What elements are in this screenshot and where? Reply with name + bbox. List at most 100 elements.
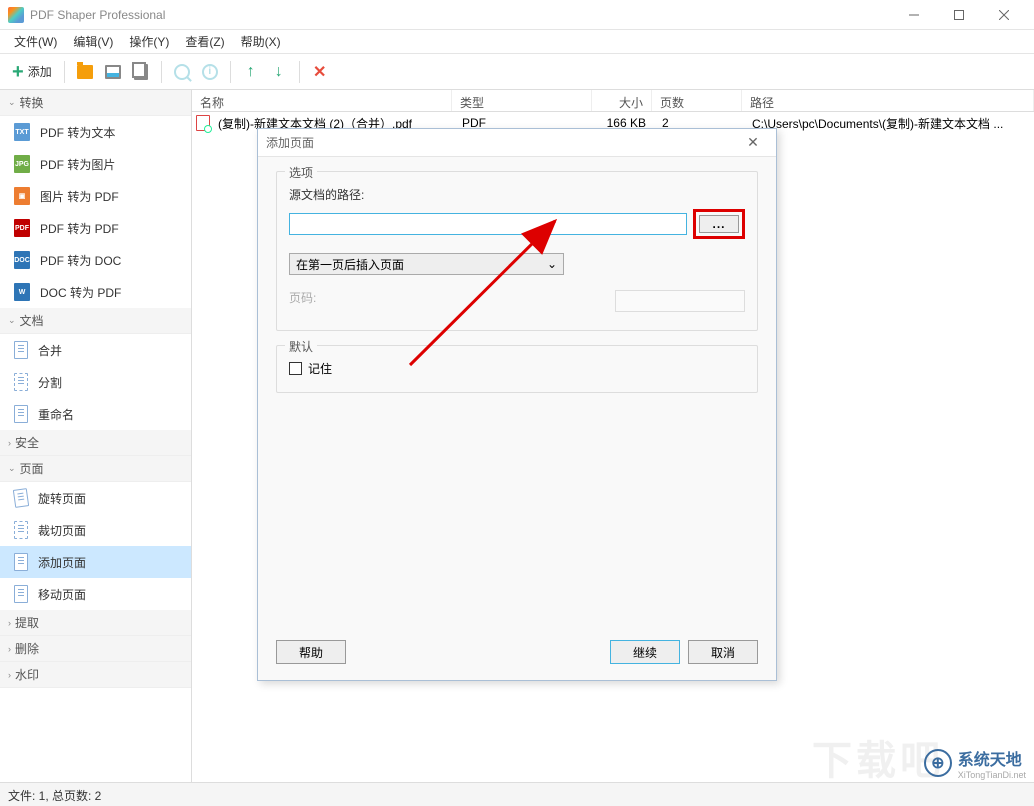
txt-icon: TXT [14, 123, 30, 141]
sidebar-item-doc-to-pdf[interactable]: WDOC 转为 PDF [0, 276, 191, 308]
menu-help[interactable]: 帮助(X) [233, 30, 289, 53]
add-page-icon [14, 553, 28, 571]
section-delete[interactable]: ›删除 [0, 636, 191, 662]
brand-main: 系统天地 [958, 746, 1026, 770]
sidebar-item-pdf-to-doc[interactable]: DOCPDF 转为 DOC [0, 244, 191, 276]
brand-sub: XiTongTianDi.net [958, 770, 1026, 780]
separator [230, 61, 231, 83]
column-path[interactable]: 路径 [742, 90, 1034, 111]
sidebar-item-label: 图片 转为 PDF [40, 188, 119, 205]
move-up-button[interactable]: ↑ [239, 60, 263, 84]
open-folder-button[interactable] [73, 60, 97, 84]
sidebar-item-rename[interactable]: 重命名 [0, 398, 191, 430]
sidebar-item-label: 合并 [38, 342, 62, 359]
split-icon [14, 373, 28, 391]
column-type[interactable]: 类型 [452, 90, 592, 111]
remove-button[interactable]: ✕ [308, 60, 332, 84]
browse-button[interactable]: ... [699, 215, 739, 233]
image-button[interactable] [101, 60, 125, 84]
column-pages[interactable]: 页数 [652, 90, 742, 111]
info-button[interactable]: i [198, 60, 222, 84]
remember-checkbox[interactable] [289, 362, 302, 375]
remember-row[interactable]: 记住 [289, 360, 745, 377]
insert-mode-selected: 在第一页后插入页面 [296, 256, 404, 273]
picture-icon [105, 65, 121, 79]
sidebar-item-label: 裁切页面 [38, 522, 86, 539]
sidebar-item-label: 添加页面 [38, 554, 86, 571]
column-size[interactable]: 大小 [592, 90, 652, 111]
app-logo-icon [8, 7, 24, 23]
section-pages-label: 页面 [20, 460, 44, 477]
section-security-label: 安全 [15, 434, 39, 451]
sidebar-item-crop-pages[interactable]: 裁切页面 [0, 514, 191, 546]
sidebar-item-image-to-pdf[interactable]: ▣图片 转为 PDF [0, 180, 191, 212]
insert-mode-select[interactable]: 在第一页后插入页面 ⌄ [289, 253, 564, 275]
chevron-down-icon: ⌄ [8, 463, 16, 474]
minimize-button[interactable] [891, 1, 936, 29]
document-icon [14, 341, 28, 359]
add-button-label: 添加 [28, 63, 52, 80]
separator [64, 61, 65, 83]
copy-icon [134, 64, 148, 80]
sidebar-item-pdf-to-pdf[interactable]: PDFPDF 转为 PDF [0, 212, 191, 244]
copy-button[interactable] [129, 60, 153, 84]
search-icon [174, 64, 190, 80]
cancel-button[interactable]: 取消 [688, 640, 758, 664]
sidebar-item-label: PDF 转为图片 [40, 156, 115, 173]
section-document[interactable]: ⌄ 文档 [0, 308, 191, 334]
page-number-input [615, 290, 745, 312]
options-fieldset: 选项 源文档的路径: ... 在第一页后插入页面 ⌄ 页码: [276, 171, 758, 331]
sidebar-item-split[interactable]: 分割 [0, 366, 191, 398]
sidebar-item-label: 旋转页面 [38, 490, 86, 507]
section-extract[interactable]: ›提取 [0, 610, 191, 636]
source-path-input[interactable] [289, 213, 687, 235]
brand-logo-icon: ⊕ [924, 749, 952, 777]
sidebar-item-label: 移动页面 [38, 586, 86, 603]
pdf-icon: PDF [14, 219, 30, 237]
separator [299, 61, 300, 83]
menu-edit[interactable]: 编辑(V) [65, 30, 121, 53]
sidebar-item-pdf-to-image[interactable]: JPG PDF 转为图片 [0, 148, 191, 180]
info-icon: i [202, 64, 218, 80]
options-legend: 选项 [285, 164, 317, 181]
sidebar-item-pdf-to-text[interactable]: TXT PDF 转为文本 [0, 116, 191, 148]
section-watermark[interactable]: ›水印 [0, 662, 191, 688]
sidebar-item-label: PDF 转为文本 [40, 124, 115, 141]
section-document-label: 文档 [20, 312, 44, 329]
add-button[interactable]: + 添加 [8, 60, 56, 84]
dialog-close-button[interactable]: ✕ [738, 132, 768, 154]
sidebar-item-add-pages[interactable]: 添加页面 [0, 546, 191, 578]
brand-watermark: ⊕ 系统天地 XiTongTianDi.net [924, 746, 1026, 780]
help-button[interactable]: 帮助 [276, 640, 346, 664]
search-button[interactable] [170, 60, 194, 84]
sidebar-item-rotate-pages[interactable]: 旋转页面 [0, 482, 191, 514]
chevron-right-icon: › [8, 438, 11, 448]
section-security[interactable]: › 安全 [0, 430, 191, 456]
sidebar-item-move-pages[interactable]: 移动页面 [0, 578, 191, 610]
menu-action[interactable]: 操作(Y) [121, 30, 177, 53]
sidebar-item-label: DOC 转为 PDF [40, 284, 121, 301]
folder-icon [77, 65, 93, 79]
separator [161, 61, 162, 83]
maximize-button[interactable] [936, 1, 981, 29]
sidebar-item-merge[interactable]: 合并 [0, 334, 191, 366]
section-convert[interactable]: ⌄转换 [0, 90, 191, 116]
jpg-icon: JPG [14, 155, 30, 173]
file-path-cell: C:\Users\pc\Documents\(复制)-新建文本文档 ... [744, 115, 1034, 132]
close-button[interactable] [981, 1, 1026, 29]
status-text: 文件: 1, 总页数: 2 [8, 789, 101, 803]
doc-icon: DOC [14, 251, 30, 269]
menu-file[interactable]: 文件(W) [6, 30, 65, 53]
statusbar: 文件: 1, 总页数: 2 [0, 782, 1034, 806]
move-down-button[interactable]: ↓ [267, 60, 291, 84]
move-page-icon [14, 585, 28, 603]
section-pages[interactable]: ⌄ 页面 [0, 456, 191, 482]
chevron-down-icon: ⌄ [8, 315, 16, 326]
continue-button[interactable]: 继续 [610, 640, 680, 664]
column-name[interactable]: 名称 [192, 90, 452, 111]
menu-view[interactable]: 查看(Z) [177, 30, 232, 53]
plus-icon: + [12, 62, 24, 82]
rename-icon [14, 405, 28, 423]
default-legend: 默认 [285, 338, 317, 355]
section-watermark-label: 水印 [15, 666, 39, 683]
